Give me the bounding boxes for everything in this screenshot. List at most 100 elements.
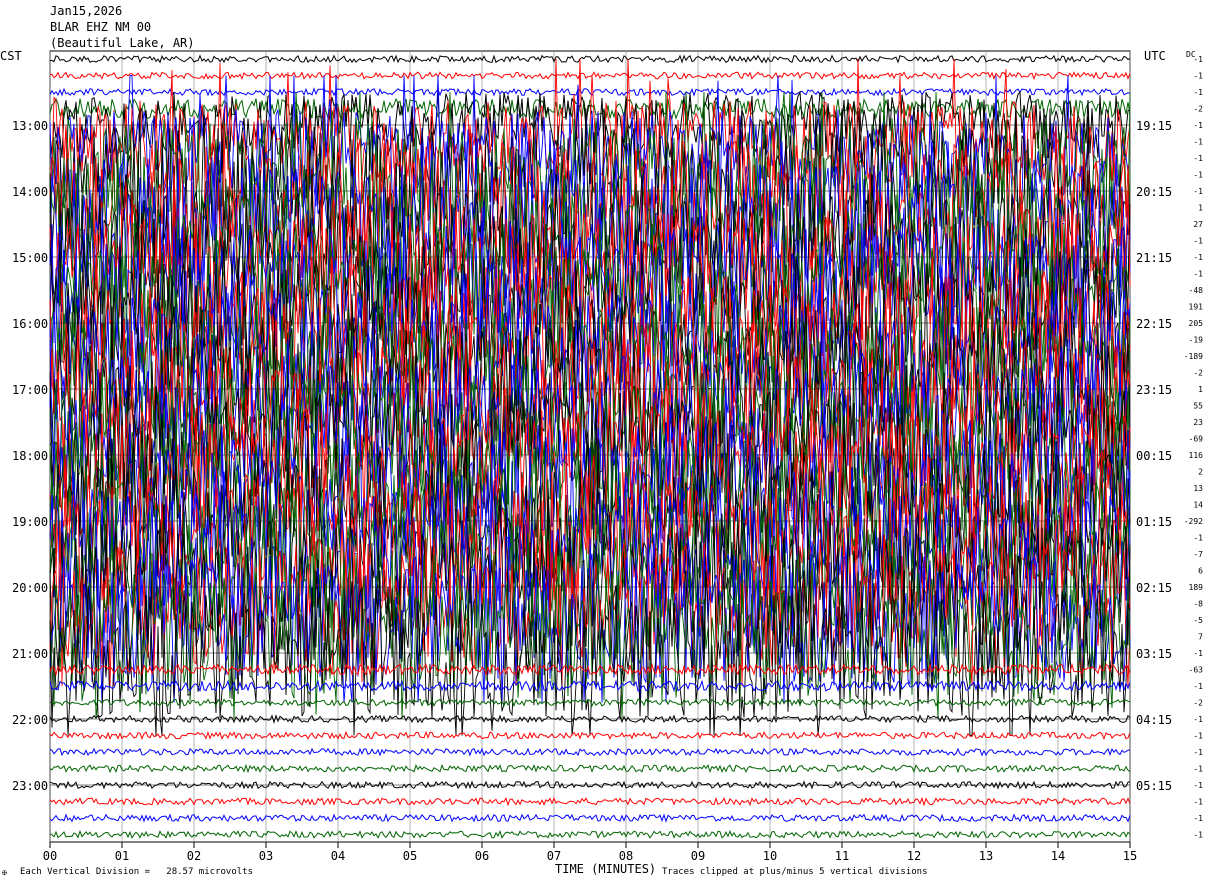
right-hour-label: 00:15 [1136,449,1172,463]
x-tick-label: 02 [187,849,201,863]
trace-row [49,71,1131,81]
left-hour-label: 16:00 [12,317,48,331]
station-location: (Beautiful Lake, AR) [50,36,195,50]
dc-offset-label: -1 [1193,253,1203,262]
dc-offset-label: 205 [1189,319,1204,328]
trace-row [49,54,1131,64]
dc-offset-label: -8 [1193,600,1203,609]
left-hour-label: 17:00 [12,383,48,397]
dc-offset-label: -1 [1193,270,1203,279]
dc-offset-label: -2 [1193,369,1203,378]
dc-offset-label: -1 [1193,171,1203,180]
dc-offset-label: -5 [1193,616,1203,625]
right-hour-label: 02:15 [1136,581,1172,595]
trace-row [49,662,1131,677]
right-hour-label: 23:15 [1136,383,1172,397]
dc-offset-label: 191 [1189,303,1204,312]
dc-offset-label: -2 [1193,699,1203,708]
x-axis-label: TIME (MINUTES) [555,862,657,876]
right-hour-label: 19:15 [1136,119,1172,133]
trace-row [49,87,1131,97]
dc-offset-label: -1 [1193,88,1203,97]
left-hour-label: 23:00 [12,779,48,793]
dc-offset-label: -1 [1193,55,1203,64]
dc-offset-label: 1 [1198,204,1203,213]
right-hour-label: 04:15 [1136,713,1172,727]
right-hour-label: 21:15 [1136,251,1172,265]
dc-offset-label: -1 [1193,682,1203,691]
dc-offset-label: -1 [1193,649,1203,658]
x-tick-label: 11 [835,849,849,863]
x-tick-label: 12 [907,849,921,863]
right-hour-label: 05:15 [1136,779,1172,793]
dc-offset-label: -1 [1193,781,1203,790]
dc-offset-label: -1 [1193,534,1203,543]
x-tick-label: 08 [619,849,633,863]
left-axis-label: CST [0,49,22,63]
dc-offset-label: -69 [1189,435,1204,444]
dc-offset-label: -1 [1193,154,1203,163]
dc-offset-label: -189 [1184,352,1203,361]
dc-offset-label: 116 [1189,451,1204,460]
helicorder-chart: 00 01 02 03 04 05 06 07 08 09 10 11 12 13 14 15CST UTC DC… [0,49,1204,863]
clip-note: Traces clipped at plus/minus 5 vertical … [662,867,928,877]
left-hour-label: 18:00 [12,449,48,463]
trace-row [49,763,1131,774]
dc-offset-label: 189 [1189,583,1204,592]
left-hour-label: 19:00 [12,515,48,529]
x-tick-label: 04 [331,849,345,863]
dc-offset-label: 27 [1193,220,1203,229]
trace-row [49,813,1131,823]
dc-offset-label: 7 [1198,633,1203,642]
dc-offset-label: -1 [1193,715,1203,724]
dc-offset-label: -1 [1193,121,1203,130]
x-tick-label: 05 [403,849,417,863]
right-axis-label: UTC [1144,49,1166,63]
station-code: BLAR EHZ NM 00 [50,20,152,34]
right-hour-label: 20:15 [1136,185,1172,199]
corner-mark: ✠ [2,868,7,877]
dc-offset-label: -1 [1193,237,1203,246]
dc-offset-label: -1 [1193,814,1203,823]
dc-offset-label: 6 [1198,567,1203,576]
dc-offset-label: -1 [1193,138,1203,147]
dc-offset-label: -48 [1189,286,1204,295]
x-tick-label: 06 [475,849,489,863]
right-hour-label: 22:15 [1136,317,1172,331]
right-hour-label: 03:15 [1136,647,1172,661]
x-tick-label: 15 [1123,849,1137,863]
dc-offset-label: -19 [1189,336,1204,345]
x-tick-label: 03 [259,849,273,863]
left-hour-label: 20:00 [12,581,48,595]
dc-offset-label: -1 [1193,748,1203,757]
trace-row [49,697,1131,708]
dc-offset-label: -1 [1193,765,1203,774]
left-hour-label: 21:00 [12,647,48,661]
dc-offset-label: -1 [1193,72,1203,81]
left-hour-label: 15:00 [12,251,48,265]
x-tick-label: 09 [691,849,705,863]
x-tick-label: 00 [43,849,57,863]
trace-row [49,747,1130,757]
dc-offset-label: -7 [1193,550,1203,559]
right-hour-label: 01:15 [1136,515,1172,529]
trace-row [49,829,1131,839]
dc-offset-label: 2 [1198,468,1203,477]
dc-offset-label: -1 [1193,798,1203,807]
dc-offset-label: -1 [1193,831,1203,840]
x-tick-label: 01 [115,849,129,863]
record-date: Jan15,2026 [50,4,123,18]
x-tick-label: 07 [547,849,561,863]
dc-offset-label: -1 [1193,732,1203,741]
left-hour-label: 14:00 [12,185,48,199]
dc-offset-label: 14 [1193,501,1203,510]
seismic-traces [49,54,1131,839]
dc-offset-label: 23 [1193,418,1203,427]
x-tick-label: 14 [1051,849,1065,863]
dc-offset-label: -292 [1184,517,1203,526]
x-tick-label: 13 [979,849,993,863]
dc-offset-label: 55 [1193,402,1203,411]
x-tick-label: 10 [763,849,777,863]
dc-offset-label: -1 [1193,187,1203,196]
dc-offset-label: -2 [1193,105,1203,114]
